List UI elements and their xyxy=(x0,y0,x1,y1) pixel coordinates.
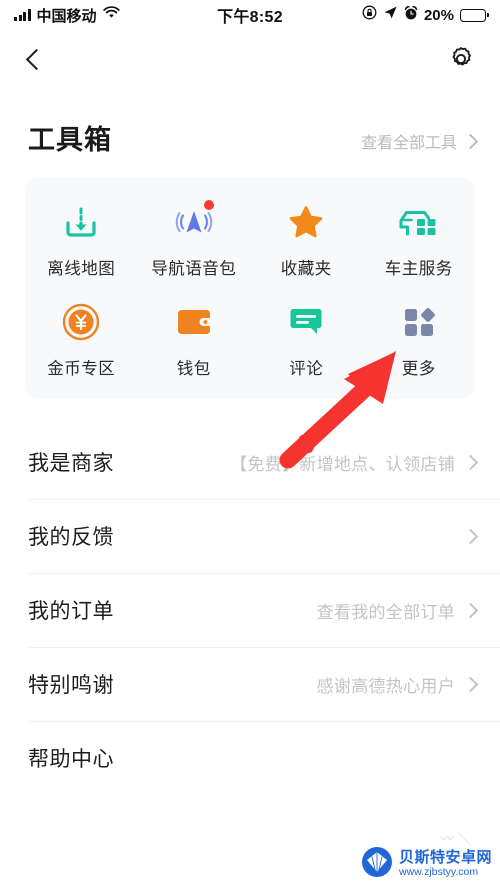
chevron-right-icon xyxy=(462,602,479,618)
tools-row-2: 金币专区 钱包 评论 更多 xyxy=(25,299,475,379)
chevron-right-icon xyxy=(462,454,479,470)
tool-car-service[interactable]: 车主服务 xyxy=(363,199,476,279)
list-item-sub: 感谢高德热心用户 xyxy=(316,676,455,696)
tool-label: 车主服务 xyxy=(384,260,453,278)
alarm-clock-icon xyxy=(404,5,418,25)
status-bar: 中国移动 下午8:52 20% xyxy=(0,0,500,30)
status-bar-right: 20% xyxy=(362,5,489,25)
tool-gold-coin-zone[interactable]: 金币专区 xyxy=(25,299,138,379)
car-service-icon xyxy=(396,199,442,245)
list-item-label: 我的订单 xyxy=(28,600,114,623)
tool-navigation-voice[interactable]: 导航语音包 xyxy=(138,199,251,279)
tools-row-1: 离线地图 导航语音包 收藏夹 车主服务 xyxy=(25,199,475,279)
notification-badge-dot xyxy=(203,200,214,210)
list-item-sub: 查看我的全部订单 xyxy=(316,602,455,622)
tool-label: 金币专区 xyxy=(47,360,116,378)
tool-comments[interactable]: 评论 xyxy=(250,299,363,379)
tool-offline-map[interactable]: 离线地图 xyxy=(25,199,138,279)
settings-button[interactable] xyxy=(446,44,476,79)
list-item-merchant[interactable]: 我是商家 【免费】新增地点、认领店铺 xyxy=(0,425,500,499)
battery-percent-label: 20% xyxy=(423,6,454,24)
watermark-name: 贝斯特安卓网 xyxy=(398,849,492,867)
list-item-label: 我是商家 xyxy=(28,452,114,475)
chevron-right-icon xyxy=(462,528,479,544)
view-all-tools-button[interactable]: 查看全部工具 xyxy=(360,129,479,157)
tool-label: 评论 xyxy=(289,360,324,378)
list-item-special-thanks[interactable]: 特别鸣谢 感谢高德热心用户 xyxy=(0,647,500,721)
page-title: 工具箱 xyxy=(28,125,112,155)
more-grid-icon xyxy=(396,299,442,345)
settings-list: 我是商家 【免费】新增地点、认领店铺 我的反馈 我的订单 查看我的全部订单 特别… xyxy=(0,425,500,795)
list-item-sub: 【免费】新增地点、认领店铺 xyxy=(230,454,455,474)
watermark-squiggle-icon: 〰 ＼ xyxy=(440,831,470,846)
list-item-help-center[interactable]: 帮助中心 xyxy=(0,721,500,795)
list-item-right: 【免费】新增地点、认领店铺 xyxy=(230,450,479,475)
list-item-right: 查看我的全部订单 xyxy=(316,598,479,623)
comment-bubble-icon xyxy=(283,299,329,345)
watermark: 〰 ＼ 贝斯特安卓网 www.zjbstyy.com xyxy=(361,831,492,883)
chevron-right-icon xyxy=(462,676,479,692)
list-item-label: 帮助中心 xyxy=(28,748,114,771)
nav-bar xyxy=(0,30,500,92)
tool-label: 导航语音包 xyxy=(151,260,237,278)
watermark-logo-icon xyxy=(361,846,393,883)
offline-map-download-icon xyxy=(58,199,104,245)
back-button[interactable] xyxy=(22,48,48,74)
list-item-feedback[interactable]: 我的反馈 xyxy=(0,499,500,573)
wallet-icon xyxy=(171,299,217,345)
star-favorites-icon xyxy=(283,199,329,245)
battery-icon xyxy=(460,8,489,22)
list-item-orders[interactable]: 我的订单 查看我的全部订单 xyxy=(0,573,500,647)
tool-label: 更多 xyxy=(401,360,436,378)
watermark-url: www.zjbstyy.com xyxy=(398,865,479,878)
rotation-lock-icon xyxy=(362,5,377,25)
chevron-right-icon xyxy=(462,133,479,149)
list-item-right xyxy=(455,528,479,544)
watermark-text: 贝斯特安卓网 www.zjbstyy.com xyxy=(399,850,492,878)
list-item-label: 我的反馈 xyxy=(28,526,114,549)
list-item-label: 特别鸣谢 xyxy=(28,674,114,697)
list-item-right: 感谢高德热心用户 xyxy=(316,672,479,697)
toolbox-section-header: 工具箱 查看全部工具 xyxy=(0,92,500,157)
tool-label: 钱包 xyxy=(176,360,211,378)
tool-label: 离线地图 xyxy=(47,260,116,278)
navigation-voice-icon xyxy=(171,199,217,245)
tools-card: 离线地图 导航语音包 收藏夹 车主服务 金币专区 钱包 评论 更多 xyxy=(25,177,475,399)
gold-coin-icon xyxy=(58,299,104,345)
tool-more[interactable]: 更多 xyxy=(363,299,476,379)
tool-favorites[interactable]: 收藏夹 xyxy=(250,199,363,279)
location-arrow-icon xyxy=(383,5,398,25)
tool-wallet[interactable]: 钱包 xyxy=(138,299,251,379)
tool-label: 收藏夹 xyxy=(280,260,332,278)
view-all-tools-label: 查看全部工具 xyxy=(360,135,457,152)
